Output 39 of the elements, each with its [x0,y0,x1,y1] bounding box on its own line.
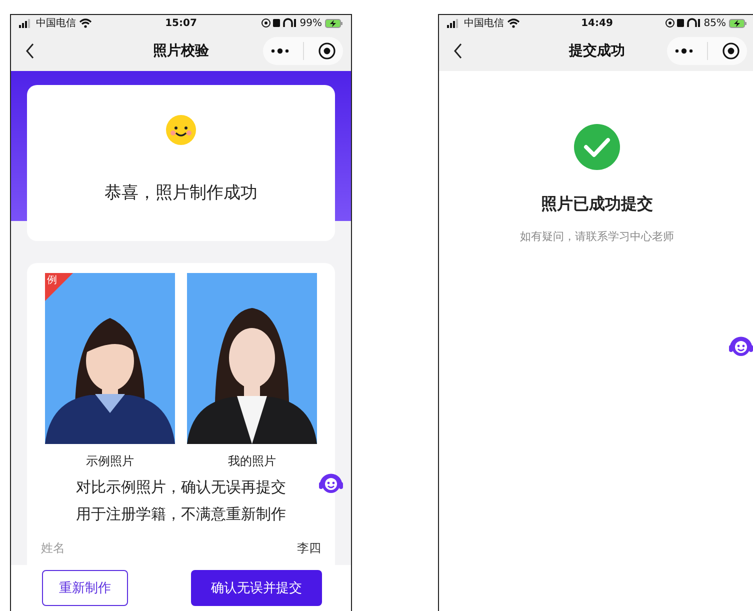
close-icon[interactable] [722,42,740,60]
capsule-menu[interactable] [667,37,747,65]
status-icons [260,18,297,28]
corner-ribbon [45,273,73,301]
success-title: 照片已成功提交 [541,194,653,215]
remake-button[interactable]: 重新制作 [42,570,128,606]
success-message: 恭喜，照片制作成功 [104,182,258,204]
status-time: 15:07 [165,18,197,28]
signal-icon [447,18,461,28]
page-title: 照片校验 [153,42,209,60]
battery-percent: 99% [300,18,322,28]
battery-charging-icon [325,18,343,28]
field-value: 李四 [297,540,321,557]
photo-caption: 示例照片 [86,453,134,470]
instruction-text: 对比示例照片，确认无误再提交 [75,477,287,498]
back-icon[interactable] [25,43,35,59]
close-icon[interactable] [318,42,336,60]
carrier-name: 中国电信 [464,16,504,30]
wifi-icon [507,18,520,28]
more-icon[interactable] [674,48,694,54]
submit-button[interactable]: 确认无误并提交 [191,570,322,606]
photo-caption: 我的照片 [228,453,276,470]
status-time: 14:49 [581,18,613,28]
smiley-icon [166,115,196,145]
more-icon[interactable] [270,48,290,54]
status-icons [664,18,701,28]
check-circle-icon [574,124,620,170]
signal-icon [19,18,33,28]
instruction-text: 用于注册学籍，不满意重新制作 [75,504,287,525]
battery-charging-icon [729,18,747,28]
back-icon[interactable] [453,43,463,59]
page-title: 提交成功 [569,42,625,60]
wifi-icon [79,18,92,28]
sample-label: 例 [47,274,57,287]
field-label: 姓名 [41,540,65,557]
carrier-name: 中国电信 [36,16,76,30]
success-hint: 如有疑问，请联系学习中心老师 [520,229,674,244]
battery-percent: 85% [704,18,726,28]
capsule-menu[interactable] [263,37,343,65]
